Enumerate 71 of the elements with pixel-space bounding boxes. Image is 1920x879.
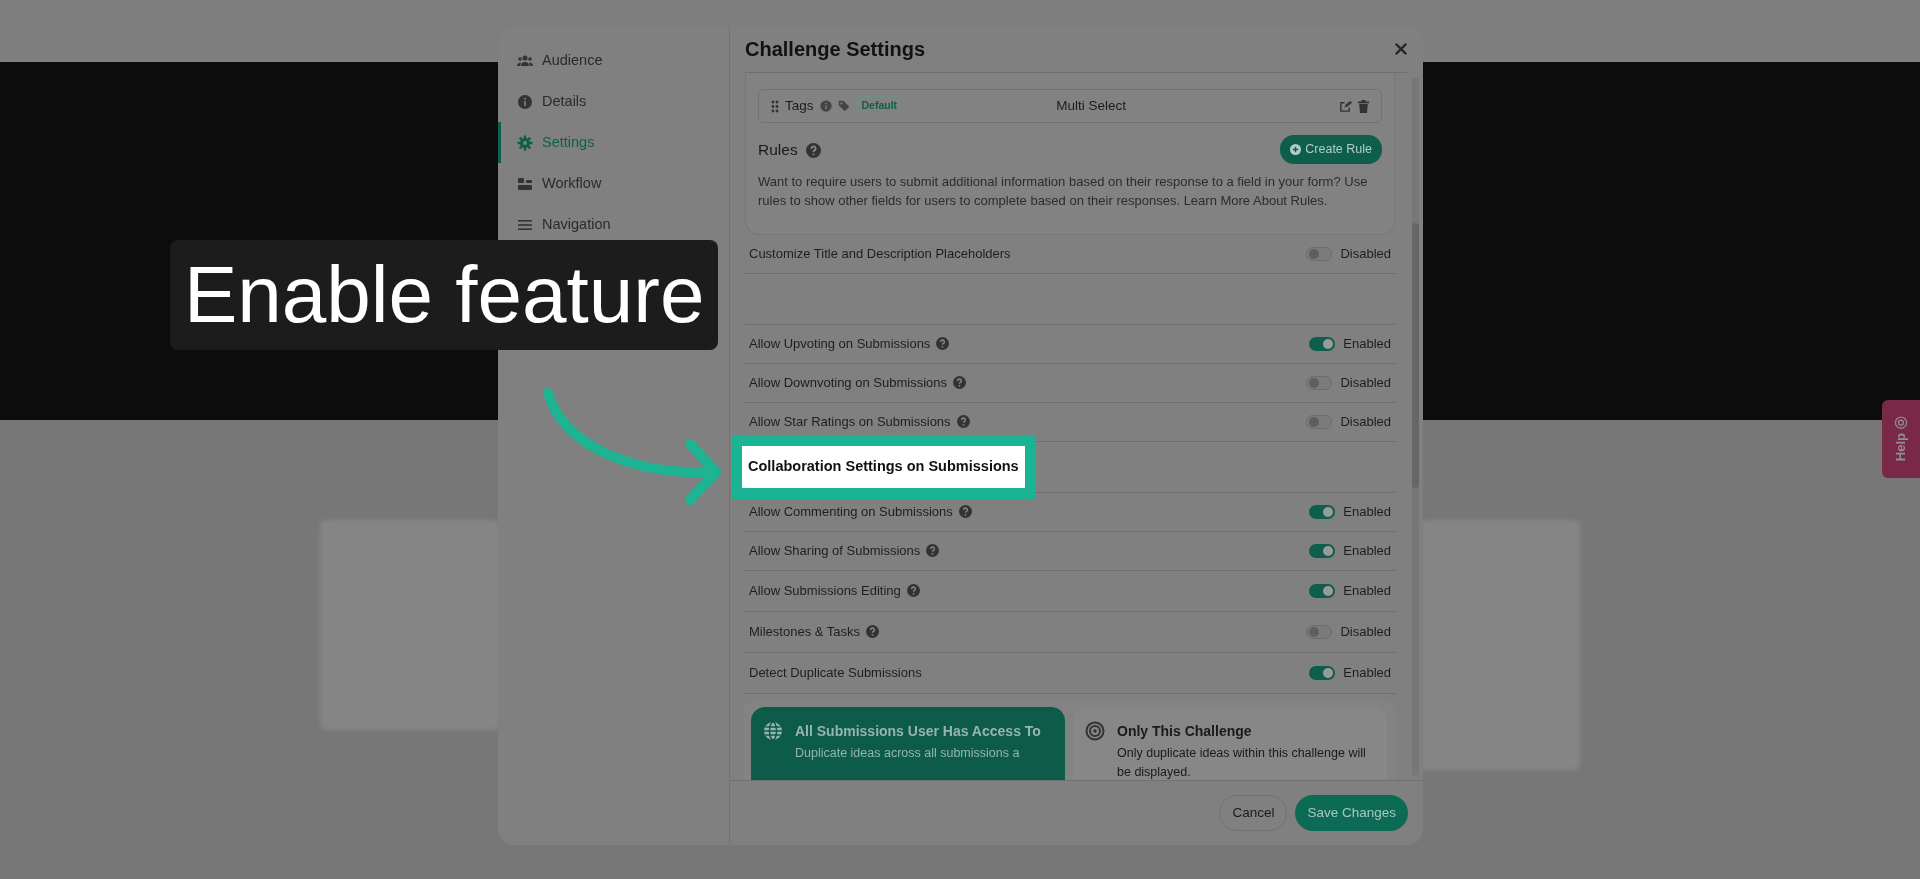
- toggle-switch[interactable]: [1309, 583, 1336, 598]
- option-card[interactable]: All Submissions User Has Access To Duplicate ideas across all submissions a: [751, 706, 1065, 780]
- sidebar-item[interactable]: Settings: [498, 122, 729, 163]
- trash-icon[interactable]: [1358, 99, 1369, 113]
- toggle-switch[interactable]: [1306, 624, 1333, 639]
- toggle-switch[interactable]: [1309, 665, 1336, 680]
- rules-description: Want to require users to submit additional information based on their response to a field in your form? Use rules to show other fields for users to complete based on their responses. Learn More About Rules.: [758, 172, 1369, 210]
- setting-label: Detect Duplicate Submissions: [749, 664, 922, 682]
- sidebar-item[interactable]: Details: [498, 81, 729, 122]
- learn-more-link[interactable]: Learn More About Rules.: [1183, 192, 1328, 208]
- lifebuoy-icon: [1894, 416, 1908, 430]
- help-icon[interactable]: [936, 337, 950, 350]
- help-icon[interactable]: [906, 584, 920, 597]
- help-icon[interactable]: [805, 142, 821, 158]
- toggle-switch[interactable]: [1306, 414, 1333, 429]
- edit-icon[interactable]: [1339, 99, 1352, 113]
- setting-label: Allow Star Ratings on Submissions: [749, 412, 970, 432]
- toggle-switch[interactable]: [1309, 336, 1336, 351]
- field-type: Multi Select: [1055, 96, 1127, 115]
- target-icon: [1085, 720, 1105, 741]
- toggle-status: Disabled: [1340, 245, 1391, 263]
- option-title: Only This Challenge: [1117, 721, 1253, 741]
- option-card[interactable]: Only This Challenge Only duplicate ideas within this challenge will be displayed.: [1073, 706, 1387, 780]
- help-icon[interactable]: [866, 625, 880, 638]
- sidebar-item[interactable]: Workflow: [498, 163, 729, 204]
- plus-icon: [1290, 143, 1302, 155]
- callout-caption: Enable feature: [170, 240, 719, 350]
- create-rule-button[interactable]: Create Rule: [1280, 135, 1382, 164]
- setting-label: Allow Downvoting on Submissions: [749, 373, 966, 393]
- scrollbar-thumb[interactable]: [1412, 223, 1419, 488]
- help-icon[interactable]: [953, 376, 966, 389]
- drag-handle-icon[interactable]: [771, 99, 779, 113]
- toggle-switch[interactable]: [1309, 543, 1336, 558]
- toggle-status: Disabled: [1340, 413, 1391, 431]
- tag-icon: [837, 100, 850, 112]
- toggle-status: Enabled: [1343, 503, 1391, 521]
- option-description: Only duplicate ideas within this challenge will be displayed.: [1117, 744, 1367, 780]
- toggle-status: Enabled: [1343, 542, 1391, 560]
- cancel-button[interactable]: Cancel: [1219, 794, 1288, 832]
- field-label: Tags: [785, 96, 814, 115]
- toggle-status: Disabled: [1340, 374, 1391, 392]
- setting-label: Milestones & Tasks: [749, 622, 880, 642]
- toggle-status: Enabled: [1343, 664, 1391, 682]
- help-icon[interactable]: [926, 544, 940, 557]
- workflow-icon: [517, 175, 533, 192]
- option-description: Duplicate ideas across all submissions a: [795, 744, 1021, 762]
- toggle-switch[interactable]: [1306, 246, 1333, 261]
- option-title: All Submissions User Has Access To: [795, 721, 1041, 741]
- setting-label: Allow Upvoting on Submissions: [749, 334, 950, 354]
- help-icon[interactable]: [956, 415, 970, 428]
- globe-icon: [763, 720, 783, 741]
- info-icon: [819, 100, 832, 112]
- setting-label: Allow Sharing of Submissions: [749, 541, 940, 561]
- settings-icon: [517, 134, 533, 151]
- toggle-status: Enabled: [1343, 582, 1391, 600]
- toggle-status: Disabled: [1340, 623, 1391, 641]
- setting-label: Allow Commenting on Submissions: [749, 502, 972, 522]
- info-icon: [517, 93, 533, 110]
- toggle-switch[interactable]: [1306, 375, 1333, 390]
- toggle-status: Enabled: [1343, 335, 1391, 353]
- default-badge: Default: [855, 96, 904, 116]
- rules-heading: Rules: [758, 137, 821, 161]
- setting-label: Customize Title and Description Placeholders: [749, 245, 1011, 263]
- sidebar-item[interactable]: Audience: [498, 40, 729, 81]
- setting-label: Allow Submissions Editing: [749, 581, 920, 601]
- save-button[interactable]: Save Changes: [1295, 794, 1408, 832]
- help-tab[interactable]: Help: [1882, 400, 1920, 478]
- toggle-switch[interactable]: [1309, 504, 1336, 519]
- help-icon[interactable]: [958, 505, 972, 518]
- dialog-title: Challenge Settings: [745, 37, 926, 61]
- close-icon[interactable]: [1395, 43, 1407, 55]
